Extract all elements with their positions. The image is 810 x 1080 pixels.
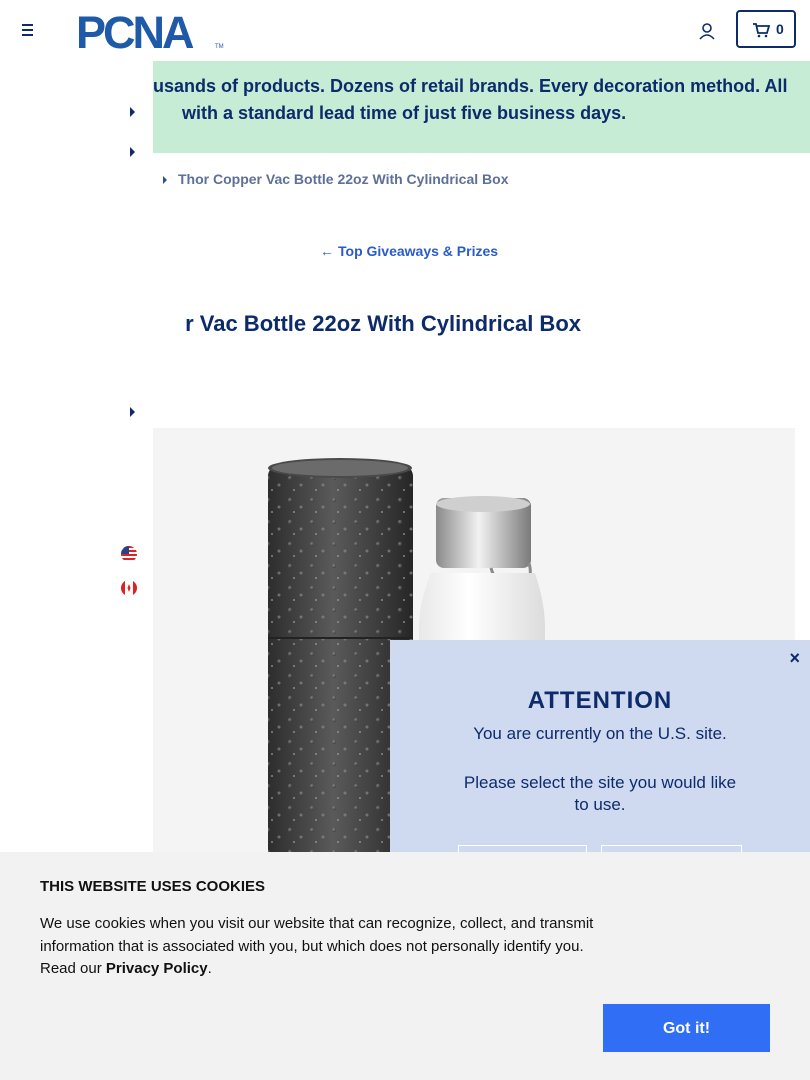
back-link-label: Top Giveaways & Prizes (338, 243, 499, 259)
modal-instruction-text: Please select the site you would like to… (463, 773, 737, 814)
cookie-title: THIS WEBSITE USES COOKIES (40, 878, 266, 895)
svg-text:TM: TM (215, 44, 224, 50)
close-icon[interactable]: × (789, 648, 800, 669)
modal-current-site-text: You are currently on the U.S. site. (473, 724, 727, 743)
cart-count: 0 (776, 21, 784, 37)
arrow-left-icon: ← (320, 243, 334, 259)
modal-title: ATTENTION (527, 687, 673, 714)
site-selection-modal: × ATTENTION You are currently on the U.S… (390, 640, 810, 865)
cart-icon (753, 23, 770, 38)
back-to-category-link[interactable]: ← Top Giveaways & Prizes (320, 243, 498, 259)
menu-expand-arrow-icon[interactable] (130, 107, 135, 117)
canada-flag-icon[interactable] (121, 580, 137, 596)
promo-banner: usands of products. Dozens of retail bra… (153, 61, 810, 153)
product-title-container: r Vac Bottle 22oz With Cylindrical Box (153, 311, 803, 341)
us-flag-icon[interactable] (121, 546, 137, 562)
site-header: PCNA TM 0 (0, 0, 810, 60)
account-icon[interactable] (696, 20, 718, 42)
accept-cookies-button[interactable]: Got it! (603, 1004, 770, 1052)
breadcrumb-separator-icon (163, 176, 167, 184)
cookie-message: We use cookies when you visit our websit… (40, 913, 600, 981)
cookie-banner: THIS WEBSITE USES COOKIES We use cookies… (0, 852, 810, 1080)
hamburger-menu-icon[interactable] (18, 20, 38, 40)
menu-expand-arrow-icon[interactable] (130, 407, 135, 417)
breadcrumb-current: Thor Copper Vac Bottle 22oz With Cylindr… (178, 171, 509, 187)
menu-expand-arrow-icon[interactable] (130, 147, 135, 157)
pcna-logo[interactable]: PCNA TM (76, 7, 226, 58)
promo-line-2: with a standard lead time of just five b… (182, 103, 627, 123)
privacy-policy-link[interactable]: Privacy Policy (106, 960, 208, 977)
promo-line-1: usands of products. Dozens of retail bra… (153, 76, 788, 96)
cart-button[interactable]: 0 (736, 10, 796, 48)
side-menu-panel (0, 60, 153, 852)
cookie-message-end: . (207, 960, 212, 977)
product-title: r Vac Bottle 22oz With Cylindrical Box (185, 311, 581, 336)
logo-text: PCNA (76, 10, 194, 52)
